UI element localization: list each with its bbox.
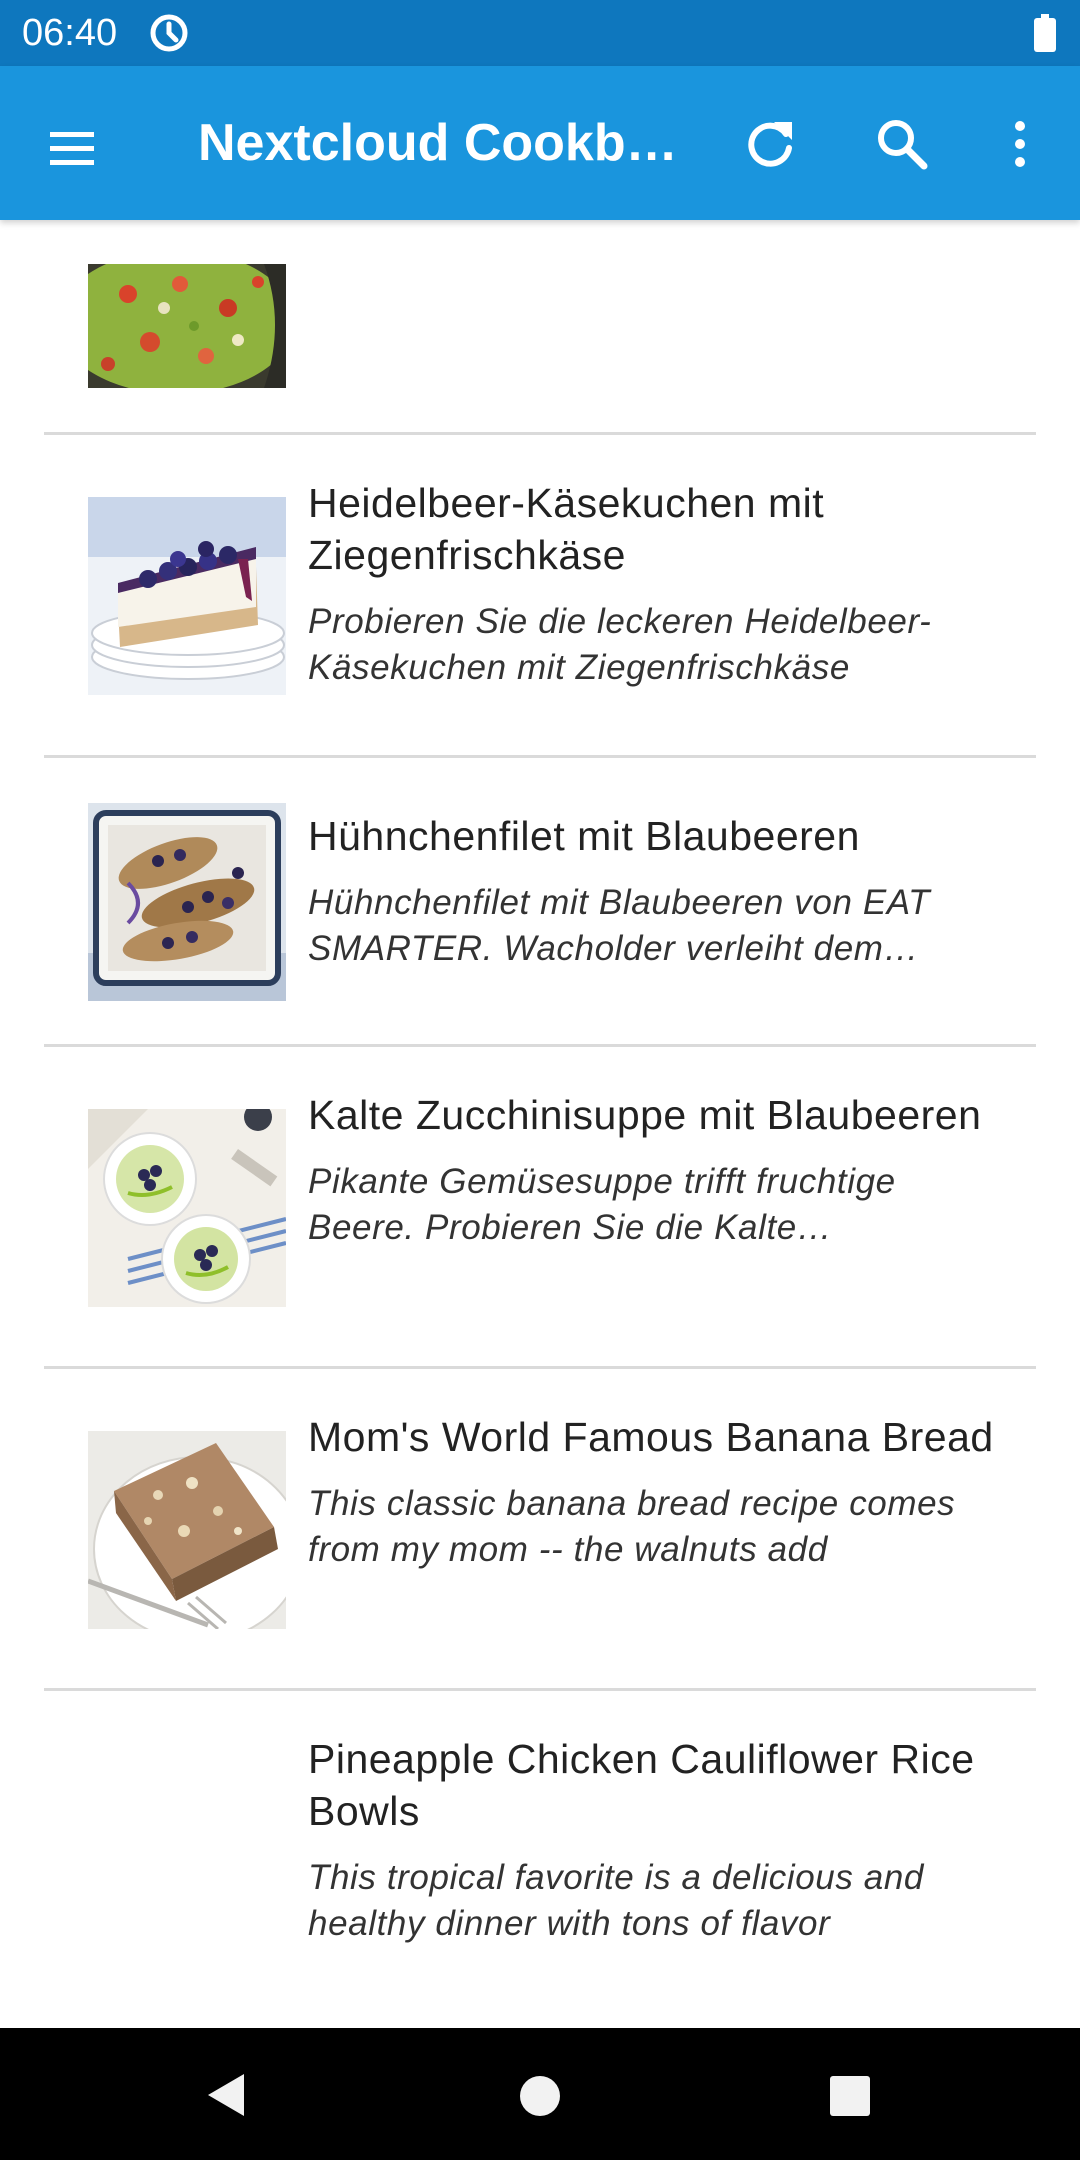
menu-icon[interactable] <box>40 116 104 180</box>
recents-icon[interactable] <box>828 2074 872 2118</box>
recipe-item[interactable]: Mom's World Famous Banana Bread This cla… <box>0 1369 1080 1689</box>
app-title: Nextcloud Cookbook <box>198 114 688 172</box>
recipe-description: Hühnchenfilet mit Blaubeeren von EAT SMA… <box>308 883 931 968</box>
recipe-item[interactable]: Pineapple Chicken Cauliflower Rice Bowls… <box>0 1691 1080 2028</box>
home-icon[interactable] <box>518 2074 562 2118</box>
more-vert-icon[interactable] <box>1000 112 1040 176</box>
recipe-item[interactable]: Heidelbeer-Käsekuchen mit Ziegenfrischkä… <box>0 435 1080 757</box>
search-icon[interactable] <box>870 112 934 176</box>
recipe-thumbnail-guacamole <box>88 264 286 388</box>
recipe-description: Pikante Gemüsesuppe trifft fruchtige Bee… <box>308 1162 896 1247</box>
navigation-bar <box>0 2028 1080 2160</box>
status-bar: 06:40 <box>0 0 1080 66</box>
recipe-item[interactable]: Kalte Zucchinisuppe mit Blaubeeren Pikan… <box>0 1047 1080 1367</box>
recipe-title: Kalte Zucchinisuppe mit Blaubeeren <box>308 1092 982 1138</box>
recipe-description: This classic banana bread recipe comes f… <box>308 1484 956 1569</box>
recipe-title: Mom's World Famous Banana Bread <box>308 1414 994 1460</box>
sync-icon <box>148 12 190 54</box>
recipe-list: Heidelbeer-Käsekuchen mit Ziegenfrischkä… <box>0 220 1080 2028</box>
recipe-thumbnail-chicken-blueberries <box>88 803 286 1001</box>
recipe-thumbnail-cheesecake <box>88 497 286 695</box>
recipe-description: This tropical favorite is a delicious an… <box>308 1858 924 1943</box>
recipe-description: Probieren Sie die leckeren Heidelbeer-Kä… <box>308 602 932 687</box>
status-time: 06:40 <box>22 12 118 54</box>
recipe-text: Hühnchenfilet mit Blaubeeren Hühnchenfil… <box>308 810 998 972</box>
battery-icon <box>1034 14 1056 52</box>
recipe-item[interactable] <box>0 220 1080 434</box>
recipe-text: Heidelbeer-Käsekuchen mit Ziegenfrischkä… <box>308 477 998 691</box>
recipe-title: Hühnchenfilet mit Blaubeeren <box>308 813 860 859</box>
recipe-thumbnail-zucchini-soup <box>88 1109 286 1307</box>
recipe-text: Kalte Zucchinisuppe mit Blaubeeren Pikan… <box>308 1089 998 1251</box>
recipe-text: Pineapple Chicken Cauliflower Rice Bowls… <box>308 1733 998 1947</box>
recipe-text: Mom's World Famous Banana Bread This cla… <box>308 1411 998 1573</box>
recipe-title: Pineapple Chicken Cauliflower Rice Bowls <box>308 1736 975 1834</box>
back-icon[interactable] <box>202 2070 252 2120</box>
recipe-title: Heidelbeer-Käsekuchen mit Ziegenfrischkä… <box>308 480 825 578</box>
refresh-icon[interactable] <box>738 112 802 176</box>
recipe-thumbnail-banana-bread <box>88 1431 286 1629</box>
recipe-item[interactable]: Hühnchenfilet mit Blaubeeren Hühnchenfil… <box>0 758 1080 1046</box>
app-bar: Nextcloud Cookbook <box>0 66 1080 220</box>
